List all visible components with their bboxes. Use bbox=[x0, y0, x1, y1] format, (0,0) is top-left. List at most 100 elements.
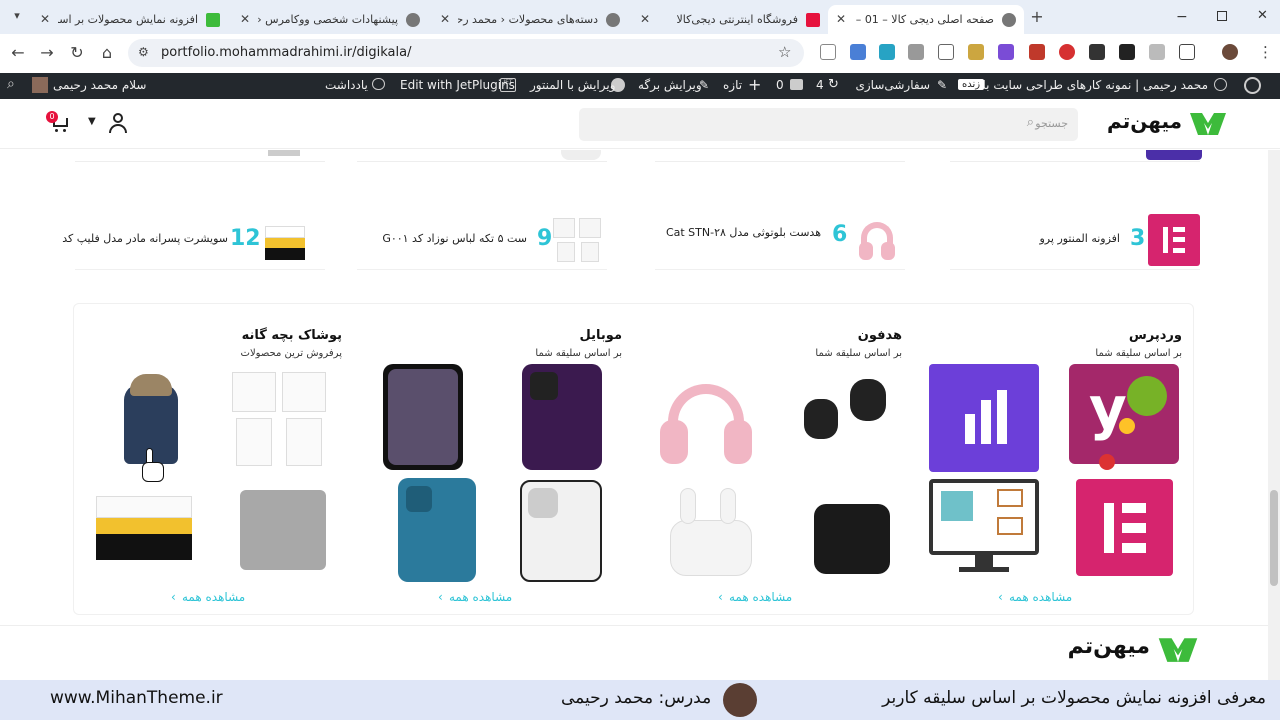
browser-tab-active[interactable]: صفحه اصلی دیجی کالا – 01 – مح ✕ bbox=[828, 5, 1024, 34]
black-earbuds-image[interactable] bbox=[794, 369, 912, 477]
bookmark-star-icon[interactable]: ☆ bbox=[778, 43, 791, 61]
close-tab-icon[interactable]: ✕ bbox=[440, 12, 450, 26]
forward-button[interactable]: → bbox=[36, 42, 58, 64]
baby-outfit-set-image[interactable] bbox=[224, 366, 342, 474]
restore-button[interactable] bbox=[1217, 11, 1227, 21]
close-tab-icon[interactable]: ✕ bbox=[836, 12, 846, 26]
extensions-puzzle-icon[interactable] bbox=[1179, 44, 1195, 60]
browser-tab[interactable]: افزونه نمایش محصولات بر اساس ✕ bbox=[32, 5, 228, 34]
new-tab-button[interactable]: + bbox=[1028, 8, 1046, 26]
wp-notes-link[interactable]: یادداشت bbox=[325, 78, 368, 92]
view-all-link[interactable]: مشاهده همه bbox=[729, 590, 792, 604]
earbuds-case-image[interactable] bbox=[794, 480, 912, 588]
striped-sweatshirt-image[interactable] bbox=[88, 478, 206, 586]
eyedropper-extension-icon[interactable] bbox=[1089, 44, 1105, 60]
extension-icon[interactable] bbox=[1029, 44, 1045, 60]
browser-tab[interactable]: پیشنهادات شخصی ووکامرس ‹ مح ✕ bbox=[232, 5, 428, 34]
address-bar[interactable]: ⚙ portfolio.mohammadrahimi.ir/digikala/ … bbox=[128, 39, 804, 67]
list-item[interactable] bbox=[655, 150, 905, 162]
browser-tab[interactable]: دسته‌های محصولات ‹ محمد رحیم ✕ bbox=[432, 5, 628, 34]
extension-icon[interactable] bbox=[938, 44, 954, 60]
iphone-black-image[interactable] bbox=[383, 364, 463, 470]
extension-icon[interactable] bbox=[820, 44, 836, 60]
extension-icon[interactable] bbox=[1119, 44, 1135, 60]
tab-search-button[interactable]: ▾ bbox=[8, 9, 26, 27]
wp-greeting[interactable]: سلام محمد رحیمی bbox=[53, 78, 146, 92]
ranked-product-item[interactable]: 6 هدست بلوتوثی مدل Cat STN-۲۸ bbox=[655, 208, 905, 270]
cat-headset-image bbox=[855, 214, 905, 264]
live-badge: زنده bbox=[958, 79, 985, 90]
logo-mark-icon bbox=[1158, 638, 1198, 662]
wordpress-logo-icon[interactable] bbox=[1244, 77, 1261, 94]
account-icon[interactable] bbox=[108, 113, 128, 135]
product-name: افزونه المنتور پرو bbox=[1039, 232, 1121, 245]
comments-icon[interactable] bbox=[790, 79, 803, 90]
logo-mark-icon bbox=[1190, 113, 1226, 135]
baby-clothes-set-image bbox=[551, 214, 601, 264]
wp-site-name[interactable]: محمد رحیمی | نمونه کارهای طراحی سایت با.… bbox=[971, 78, 1208, 92]
comments-count[interactable]: 0 bbox=[776, 78, 784, 92]
pink-cat-headset-image[interactable] bbox=[656, 364, 774, 472]
camera-extension-icon[interactable] bbox=[908, 44, 924, 60]
list-item[interactable] bbox=[357, 150, 607, 162]
chevron-left-icon: ‹ bbox=[998, 590, 1003, 604]
user-avatar bbox=[32, 77, 48, 93]
iphone-blue-image[interactable] bbox=[398, 478, 476, 582]
site-search-input[interactable]: جستجو ⌕ bbox=[579, 108, 1078, 141]
site-logo[interactable]: میهن‌تم bbox=[1102, 107, 1228, 139]
iphone-pro-purple-image[interactable] bbox=[522, 364, 602, 470]
view-all-link[interactable]: مشاهده همه bbox=[182, 590, 245, 604]
rank-number: 12 bbox=[230, 226, 261, 251]
wp-new-link[interactable]: تازه bbox=[723, 78, 742, 92]
view-all-link[interactable]: مشاهده همه bbox=[1009, 590, 1072, 604]
rank-number: 3 bbox=[1130, 226, 1146, 251]
iphone-white-image[interactable] bbox=[520, 480, 602, 582]
extension-icon[interactable] bbox=[879, 44, 895, 60]
page-scrollbar[interactable] bbox=[1268, 150, 1280, 680]
close-tab-icon[interactable]: ✕ bbox=[640, 12, 650, 26]
ranked-product-item[interactable]: 3 افزونه المنتور پرو bbox=[950, 208, 1200, 270]
minimize-button[interactable]: − bbox=[1176, 9, 1190, 25]
elementor-product-image[interactable] bbox=[1076, 479, 1173, 576]
site-info-icon[interactable]: ⚙ bbox=[138, 45, 149, 59]
search-icon[interactable]: ⌕ bbox=[7, 76, 15, 92]
list-item[interactable] bbox=[950, 150, 1202, 162]
close-tab-icon[interactable]: ✕ bbox=[40, 12, 50, 26]
account-dropdown-icon[interactable]: ▼ bbox=[88, 116, 96, 127]
hello-kitty-tshirt-image[interactable] bbox=[224, 478, 342, 586]
profile-avatar[interactable] bbox=[1222, 44, 1238, 60]
scrollbar-thumb[interactable] bbox=[1270, 490, 1278, 586]
extension-icon[interactable] bbox=[998, 44, 1014, 60]
wp-jetplugins-link[interactable]: Edit with JetPlugins bbox=[400, 78, 515, 92]
ranked-product-item[interactable]: 9 ست ۵ تکه لباس نوزاد کد G۰۰۱ bbox=[357, 208, 607, 270]
footer-logo[interactable]: میهن‌تم bbox=[1038, 632, 1202, 666]
analytics-plugin-image[interactable] bbox=[929, 364, 1039, 472]
close-window-button[interactable]: ✕ bbox=[1257, 8, 1268, 23]
chevron-left-icon: ‹ bbox=[438, 590, 443, 604]
product-name: ست ۵ تکه لباس نوزاد کد G۰۰۱ bbox=[382, 232, 527, 245]
browser-tab[interactable]: فروشگاه اینترنتی دیجی‌کالا ✕ bbox=[632, 5, 828, 34]
wp-edit-elementor-link[interactable]: ویرایش با المنتور bbox=[530, 78, 616, 92]
home-button[interactable]: ⌂ bbox=[96, 42, 118, 64]
chevron-left-icon: ‹ bbox=[171, 590, 176, 604]
list-item[interactable] bbox=[75, 150, 325, 162]
view-all-link[interactable]: مشاهده همه bbox=[449, 590, 512, 604]
digikala-favicon-icon bbox=[806, 12, 820, 27]
woocommerce-store-image[interactable] bbox=[929, 479, 1039, 576]
ranked-product-item[interactable]: 12 سویشرت پسرانه مادر مدل فلیپ کد bbox=[62, 208, 325, 270]
browser-tab-strip: ▾ افزونه نمایش محصولات بر اساس ✕ پیشنهاد… bbox=[0, 0, 1280, 34]
wp-customize-link[interactable]: سفارشی‌سازی bbox=[855, 78, 930, 92]
reload-button[interactable]: ↻ bbox=[66, 42, 88, 64]
close-tab-icon[interactable]: ✕ bbox=[240, 12, 250, 26]
adblock-extension-icon[interactable] bbox=[1059, 44, 1075, 60]
back-button[interactable]: ← bbox=[7, 42, 29, 64]
extension-icon[interactable] bbox=[1149, 44, 1165, 60]
updates-icon[interactable]: ↻ bbox=[828, 77, 839, 92]
updates-count[interactable]: 4 bbox=[816, 78, 824, 92]
yoast-product-image[interactable]: y bbox=[1069, 364, 1179, 470]
extension-icon[interactable] bbox=[850, 44, 866, 60]
airpods-image[interactable] bbox=[656, 480, 774, 588]
wp-edit-page-link[interactable]: ویرایش برگه bbox=[638, 78, 702, 92]
extension-icon[interactable] bbox=[968, 44, 984, 60]
browser-menu-icon[interactable]: ⋮ bbox=[1258, 43, 1273, 61]
